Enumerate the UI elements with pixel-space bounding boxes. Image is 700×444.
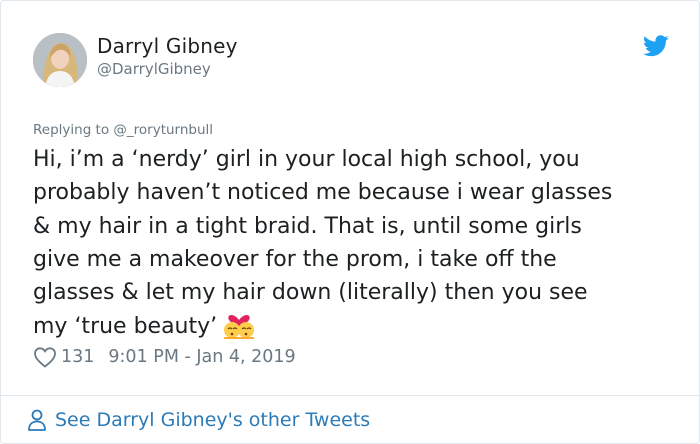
timestamp[interactable]: 9:01 PM - Jan 4, 2019 — [108, 347, 295, 367]
display-name[interactable]: Darryl Gibney — [97, 34, 238, 58]
handle[interactable]: @DarrylGibney — [97, 60, 211, 78]
tweet-line: probably haven’t noticed me because i we… — [33, 180, 613, 206]
divider — [1, 395, 699, 396]
reply-context[interactable]: Replying to @_roryturnbull — [33, 122, 213, 138]
couple-with-heart-emoji-icon — [224, 315, 255, 340]
person-icon — [28, 409, 46, 431]
tweet-line: my ‘true beauty’ — [33, 314, 218, 340]
tweet-line: give me a makeover for the prom, i take … — [33, 246, 557, 272]
tweet-line: & my hair in a tight braid. That is, unt… — [33, 213, 582, 239]
tweet-text: Hi, i’m a ‘nerdy’ girl in your local hig… — [33, 143, 683, 344]
see-other-tweets-label: See Darryl Gibney's other Tweets — [55, 409, 371, 431]
tweet-card: Darryl Gibney @DarrylGibney Replying to … — [0, 0, 700, 444]
twitter-bird-icon[interactable] — [643, 35, 669, 57]
avatar[interactable] — [33, 33, 87, 87]
see-other-tweets-link[interactable]: See Darryl Gibney's other Tweets — [27, 405, 370, 435]
heart-icon[interactable] — [33, 346, 57, 368]
tweet-line: Hi, i’m a ‘nerdy’ girl in your local hig… — [33, 147, 580, 172]
like-count[interactable]: 131 — [61, 347, 94, 367]
tweet-meta: 131 9:01 PM - Jan 4, 2019 — [33, 344, 296, 370]
tweet-line: glasses & let my hair down (literally) t… — [33, 280, 588, 306]
profile-photo-icon — [33, 33, 87, 87]
